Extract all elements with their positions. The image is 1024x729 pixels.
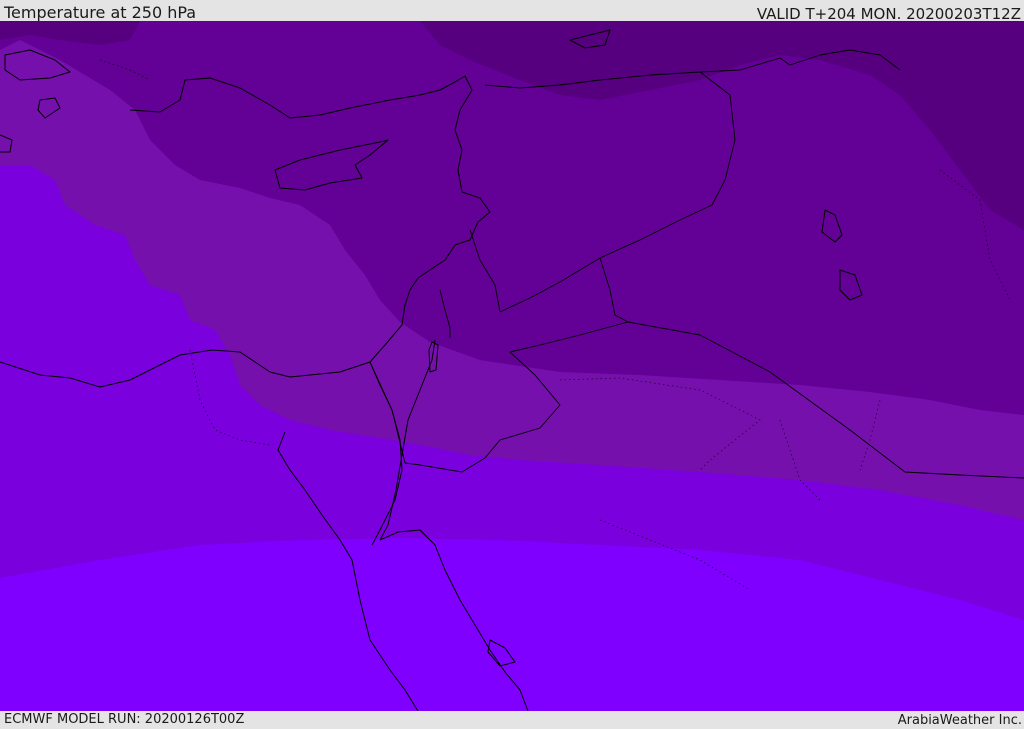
valid-time: VALID T+204 MON. 20200203T12Z bbox=[756, 5, 1021, 23]
temperature-map bbox=[0, 21, 1024, 711]
map-title: Temperature at 250 hPa bbox=[4, 3, 197, 22]
header-bar: Temperature at 250 hPa VALID T+204 MON. … bbox=[0, 0, 1024, 22]
footer-bar: ECMWF MODEL RUN: 20200126T00Z ArabiaWeat… bbox=[0, 711, 1024, 729]
model-run: ECMWF MODEL RUN: 20200126T00Z bbox=[4, 712, 245, 727]
credit: ArabiaWeather Inc. bbox=[897, 713, 1022, 728]
